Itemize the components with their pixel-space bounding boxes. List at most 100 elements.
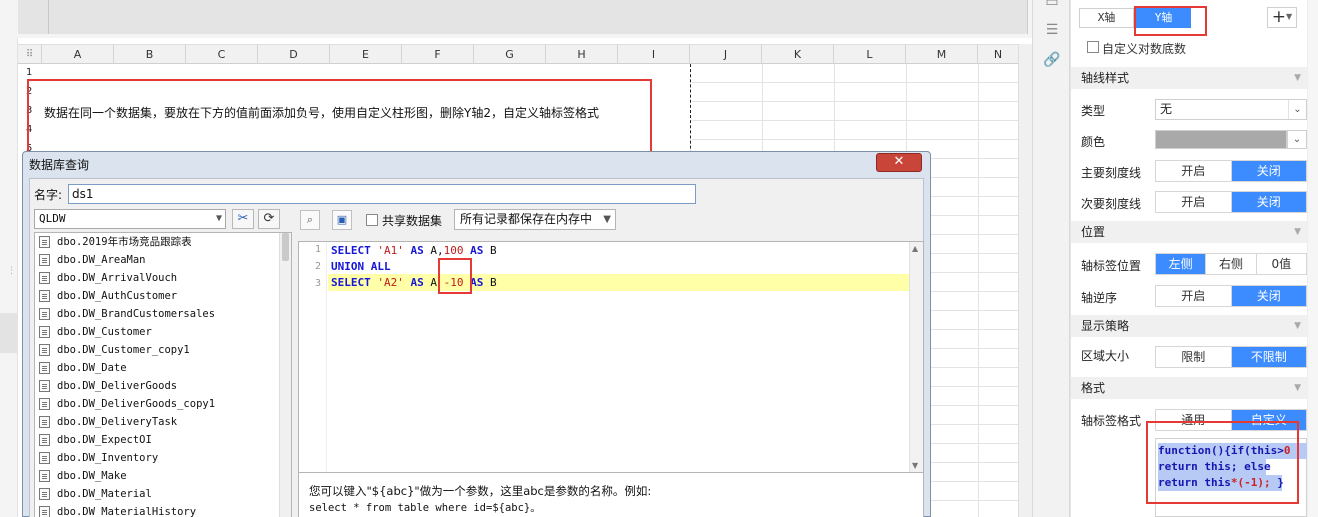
add-axis-button[interactable]: +▼ (1267, 7, 1297, 28)
column-header-j[interactable]: J (690, 45, 762, 64)
refresh-icon: ⟳ (263, 211, 275, 226)
chevron-down-icon[interactable]: ⌄ (1287, 130, 1307, 149)
column-header-m[interactable]: M (906, 45, 978, 64)
share-dataset-label: 共享数据集 (382, 214, 443, 228)
table-list-scrollbar[interactable] (279, 233, 291, 517)
label-pos-zero[interactable]: 0值 (1257, 254, 1306, 274)
scroll-up-icon[interactable]: ▲ (912, 244, 918, 253)
list-item[interactable]: dbo.DW_DeliverGoods (35, 377, 291, 395)
section-display[interactable]: 显示策略 ▼ (1071, 315, 1307, 337)
list-item[interactable]: dbo.DW_DeliverGoods_copy1 (35, 395, 291, 413)
list-item[interactable]: dbo.DW_AreaMan (35, 251, 291, 269)
label-pos-left[interactable]: 左侧 (1156, 254, 1207, 274)
format-code-line-1: function(){if(this>0 (1158, 443, 1308, 459)
grip-icon[interactable]: ⋮ (7, 266, 16, 276)
sheet-scrollbar[interactable] (1018, 44, 1032, 517)
sql-editor[interactable]: 1 2 3 SELECT 'A1' AS A,100 AS B UNION AL… (298, 241, 924, 473)
reverse-toggle: 开启 关闭 (1155, 285, 1307, 307)
list-item[interactable]: dbo.DW_MaterialHistory (35, 503, 291, 517)
scroll-down-icon[interactable]: ▼ (912, 461, 918, 470)
custom-log-base-label: 自定义对数底数 (1102, 42, 1187, 56)
refresh-button[interactable]: ⟳ (258, 209, 280, 229)
axis-color-swatch[interactable] (1155, 130, 1287, 149)
list-item[interactable]: dbo.DW_Inventory (35, 449, 291, 467)
tab-y-axis[interactable]: Y轴 (1136, 8, 1191, 28)
major-tick-on[interactable]: 开启 (1156, 161, 1232, 181)
section-axis-style[interactable]: 轴线样式 ▼ (1071, 67, 1307, 89)
database-select[interactable]: QLDW ▼ (34, 209, 226, 229)
list-item[interactable]: dbo.DW_Customer (35, 323, 291, 341)
label-format-label: 轴标签格式 (1081, 414, 1142, 428)
row-header-4[interactable]: 4 (18, 121, 42, 139)
table-icon (39, 506, 50, 517)
area-no-limit[interactable]: 不限制 (1231, 347, 1306, 367)
select-all-corner[interactable]: ⠿ (18, 45, 42, 64)
list-item[interactable]: dbo.DW_ExpectOI (35, 431, 291, 449)
reverse-on[interactable]: 开启 (1156, 286, 1232, 306)
major-tick-toggle: 开启 关闭 (1155, 160, 1307, 182)
major-tick-label: 主要刻度线 (1081, 166, 1142, 180)
column-header-d[interactable]: D (258, 45, 330, 64)
list-item[interactable]: dbo.DW_DeliveryTask (35, 413, 291, 431)
panel-scrollbar[interactable] (1307, 0, 1318, 517)
column-header-f[interactable]: F (402, 45, 474, 64)
list-item[interactable]: dbo.DW_Material (35, 485, 291, 503)
cell-element-icon[interactable]: ▭ (1043, 0, 1061, 10)
connection-settings-button[interactable]: ✂ (232, 209, 254, 229)
list-item[interactable]: dbo.DW_Customer_copy1 (35, 341, 291, 359)
minor-tick-off[interactable]: 关闭 (1231, 192, 1306, 212)
dataset-name-input[interactable] (68, 184, 696, 204)
color-label: 颜色 (1081, 135, 1106, 149)
column-header-e[interactable]: E (330, 45, 402, 64)
table-icon (39, 290, 50, 302)
table-icon (39, 452, 50, 464)
major-tick-off[interactable]: 关闭 (1231, 161, 1306, 181)
memory-mode-value: 所有记录都保存在内存中 (460, 212, 593, 226)
format-general[interactable]: 通用 (1156, 410, 1232, 430)
section-format[interactable]: 格式 ▼ (1071, 377, 1307, 399)
format-custom[interactable]: 自定义 (1231, 410, 1306, 430)
row-header-3[interactable]: 3 (18, 102, 42, 120)
table-list: dbo.2019年市场竞品跟踪表 dbo.DW_AreaMan dbo.DW_A… (34, 232, 292, 517)
minor-tick-on[interactable]: 开启 (1156, 192, 1232, 212)
column-header-c[interactable]: C (186, 45, 258, 64)
custom-format-editor[interactable]: function(){if(this>0 return this; else r… (1155, 438, 1308, 517)
list-item[interactable]: dbo.DW_AuthCustomer (35, 287, 291, 305)
format-code-line-2: return this; else (1158, 459, 1271, 475)
save-sql-button[interactable]: ▣ (332, 210, 352, 230)
area-size-toggle: 限制 不限制 (1155, 346, 1307, 368)
row-header-1[interactable]: 1 (18, 64, 42, 82)
area-limit[interactable]: 限制 (1156, 347, 1232, 367)
custom-log-base-checkbox[interactable] (1087, 41, 1099, 53)
column-header-k[interactable]: K (762, 45, 834, 64)
column-header-g[interactable]: G (474, 45, 546, 64)
column-header-i[interactable]: I (618, 45, 690, 64)
list-item[interactable]: dbo.DW_Make (35, 467, 291, 485)
preview-button[interactable]: ⌕ (300, 210, 320, 230)
widget-settings-icon[interactable]: ☰ (1043, 22, 1061, 38)
close-button[interactable]: ✕ (876, 153, 922, 172)
sql-line-3: SELECT 'A2' AS A -10 AS B (331, 276, 497, 289)
editor-scrollbar[interactable]: ▲ ▼ (909, 242, 923, 472)
hyperlink-icon[interactable]: 🔗 (1043, 52, 1061, 68)
list-item[interactable]: dbo.DW_Date (35, 359, 291, 377)
row-header-2[interactable]: 2 (18, 83, 42, 101)
tab-x-axis[interactable]: X轴 (1079, 8, 1134, 28)
column-header-b[interactable]: B (114, 45, 186, 64)
memory-mode-select[interactable]: 所有记录都保存在内存中 ▼ (454, 209, 616, 230)
save-icon: ▣ (336, 213, 348, 226)
label-pos-right[interactable]: 右侧 (1206, 254, 1257, 274)
column-header-l[interactable]: L (834, 45, 906, 64)
list-item[interactable]: dbo.DW_BrandCustomersales (35, 305, 291, 323)
column-header-h[interactable]: H (546, 45, 618, 64)
collapse-icon: ▼ (1294, 73, 1301, 83)
list-item[interactable]: dbo.2019年市场竞品跟踪表 (35, 233, 291, 251)
list-item[interactable]: dbo.DW_ArrivalVouch (35, 269, 291, 287)
column-header-a[interactable]: A (42, 45, 114, 64)
line-number-gutter: 1 2 3 (299, 242, 327, 472)
axis-type-select[interactable]: 无 ⌄ (1155, 99, 1307, 120)
section-position[interactable]: 位置 ▼ (1071, 221, 1307, 243)
reverse-off[interactable]: 关闭 (1231, 286, 1306, 306)
share-dataset-checkbox[interactable] (366, 214, 378, 226)
column-header-n[interactable]: N (978, 45, 1018, 64)
